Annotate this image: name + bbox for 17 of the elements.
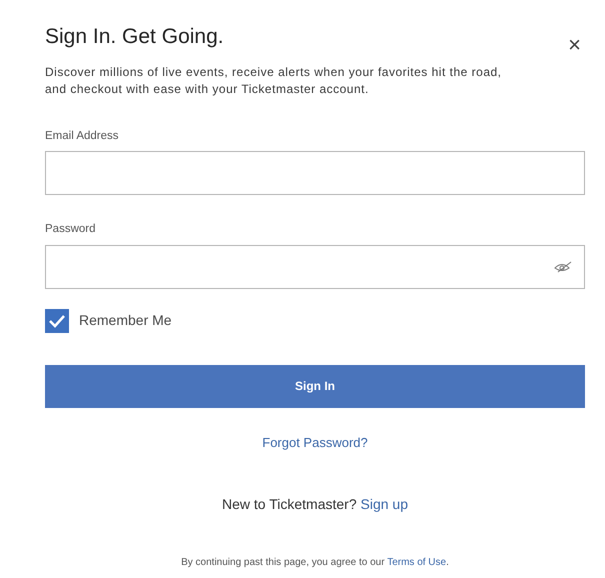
signup-prompt: New to Ticketmaster? Sign up — [222, 495, 408, 514]
forgot-password-link[interactable]: Forgot Password? — [262, 432, 368, 452]
field-label: Password — [45, 222, 96, 238]
password-field[interactable] — [45, 244, 585, 288]
close-button[interactable]: × — [568, 34, 581, 56]
terms-of-use-link[interactable]: Terms of Use — [387, 557, 446, 568]
description: Discover millions of live events, receive alerts when your favorites hit the road, and checkout with ease with your Ticketmaster account. — [45, 64, 503, 98]
dialog-title: Sign In. Get Going. — [45, 24, 224, 50]
remember-me-checkbox[interactable] — [45, 308, 69, 332]
sign-in-button[interactable]: Sign In — [45, 364, 585, 408]
checkmark-icon — [48, 314, 66, 328]
email-field[interactable] — [45, 151, 585, 196]
hidden-eye-icon[interactable] — [554, 260, 572, 272]
sign-up-link[interactable]: Sign up — [360, 496, 408, 512]
terms-notice: By continuing past this page, you agree to our Terms of Use. — [181, 556, 449, 570]
field-label: Email Address — [45, 129, 120, 144]
remember-me-label: Remember Me — [79, 311, 172, 330]
